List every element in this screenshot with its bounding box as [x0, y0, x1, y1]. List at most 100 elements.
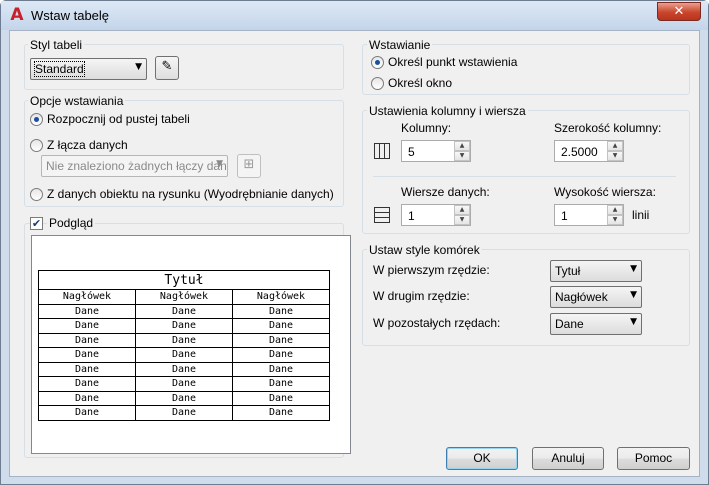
dialog-body: Styl tabeli Standard ▼ ✎ Opcje wstawiani… — [9, 30, 700, 477]
column-width-value: 2.5000 — [561, 145, 598, 159]
preview-data-cell: Dane — [232, 332, 330, 348]
preview-header-cell: Nagłówek — [38, 289, 136, 305]
preview-data-cell: Dane — [135, 318, 233, 334]
preview-label: Podgląd — [47, 216, 96, 230]
spin-down-icon[interactable]: ▼ — [454, 151, 470, 161]
preview-checkbox[interactable]: ✔ — [30, 217, 43, 230]
preview-data-cell: Dane — [232, 405, 330, 421]
preview-data-cell: Dane — [38, 318, 136, 334]
radio-object-data[interactable] — [30, 188, 43, 201]
preview-data-cell: Dane — [232, 390, 330, 406]
preview-data-cell: Dane — [38, 376, 136, 392]
columns-label: Kolumny: — [401, 121, 452, 135]
preview-header-cell: Nagłówek — [232, 289, 330, 305]
spin-up-icon[interactable]: ▲ — [607, 205, 623, 215]
preview-header-cell: Nagłówek — [135, 289, 233, 305]
insert-table-dialog: A Wstaw tabelę ✕ Styl tabeli Standard ▼ … — [0, 0, 709, 485]
column-width-label: Szerokość kolumny: — [554, 121, 662, 135]
radio-empty-table-label: Rozpocznij od pustej tabeli — [47, 112, 190, 126]
radio-insertion-point-label: Określ punkt wstawienia — [388, 55, 518, 69]
chevron-down-icon: ▼ — [630, 264, 637, 274]
data-rows-value: 1 — [408, 209, 415, 223]
table-preview: Tytuł Nagłówek Nagłówek Nagłówek Dane Dan… — [31, 235, 351, 454]
other-rows-style-select[interactable]: Dane ▼ — [550, 313, 642, 335]
second-row-style-select[interactable]: Nagłówek ▼ — [550, 286, 642, 308]
preview-data-cell: Dane — [135, 361, 233, 377]
radio-empty-table[interactable] — [30, 113, 43, 126]
preview-data-cell: Dane — [135, 303, 233, 319]
settings-divider — [373, 176, 676, 177]
preview-data-cell: Dane — [232, 347, 330, 363]
spin-down-icon[interactable]: ▼ — [607, 215, 623, 225]
table-style-selected: Standard — [34, 61, 85, 77]
radio-window-label: Określ okno — [388, 76, 453, 90]
close-button[interactable]: ✕ — [657, 2, 701, 21]
preview-data-cell: Dane — [38, 361, 136, 377]
insertion-legend: Wstawianie — [367, 38, 433, 52]
preview-data-cell: Dane — [38, 390, 136, 406]
cancel-button[interactable]: Anuluj — [532, 447, 604, 470]
data-link-select[interactable]: Nie znaleziono żadnych łączy danych ▼ — [41, 155, 228, 177]
spin-up-icon[interactable]: ▲ — [454, 205, 470, 215]
table-style-legend: Styl tabeli — [28, 38, 85, 52]
spin-down-icon[interactable]: ▼ — [454, 215, 470, 225]
preview-table: Tytuł Nagłówek Nagłówek Nagłówek Dane Dan… — [38, 270, 330, 421]
dialog-title: Wstaw tabelę — [31, 8, 110, 23]
spin-up-icon[interactable]: ▲ — [607, 141, 623, 151]
column-width-spinner[interactable]: 2.5000 ▲ ▼ — [554, 140, 624, 162]
row-height-label: Wysokość wiersza: — [554, 185, 656, 199]
spin-up-icon[interactable]: ▲ — [454, 141, 470, 151]
preview-data-cell: Dane — [135, 347, 233, 363]
preview-data-cell: Dane — [232, 376, 330, 392]
second-row-label: W drugim rzędzie: — [373, 289, 470, 303]
data-link-manager-button[interactable]: ⊞ — [237, 154, 261, 178]
chevron-down-icon: ▼ — [216, 159, 223, 169]
data-link-placeholder: Nie znaleziono żadnych łączy danych — [46, 159, 228, 173]
table-style-edit-icon: ✎ — [161, 59, 173, 74]
radio-object-data-label: Z danych obiektu na rysunku (Wyodrębnian… — [47, 187, 334, 201]
chevron-down-icon: ▼ — [630, 290, 637, 300]
preview-data-cell: Dane — [135, 376, 233, 392]
data-rows-label: Wiersze danych: — [401, 185, 490, 199]
first-row-style-select[interactable]: Tytuł ▼ — [550, 260, 642, 282]
first-row-label: W pierwszym rzędzie: — [373, 263, 490, 277]
help-button[interactable]: Pomoc — [617, 447, 690, 470]
radio-window[interactable] — [371, 77, 384, 90]
first-row-style-value: Tytuł — [555, 264, 581, 278]
table-style-dialog-button[interactable]: ✎ — [155, 56, 179, 80]
radio-data-link[interactable] — [30, 139, 43, 152]
columns-icon — [374, 143, 390, 159]
title-bar[interactable]: A Wstaw tabelę ✕ — [1, 1, 708, 30]
chevron-down-icon: ▼ — [630, 317, 637, 327]
spin-down-icon[interactable]: ▼ — [607, 151, 623, 161]
rows-icon — [374, 207, 390, 223]
insert-options-legend: Opcje wstawiania — [28, 94, 126, 108]
preview-data-cell: Dane — [135, 390, 233, 406]
second-row-style-value: Nagłówek — [555, 290, 608, 304]
ok-button[interactable]: OK — [446, 447, 518, 470]
preview-data-cell: Dane — [135, 332, 233, 348]
row-height-unit: linii — [632, 208, 650, 222]
preview-data-cell: Dane — [38, 332, 136, 348]
preview-data-cell: Dane — [38, 405, 136, 421]
preview-data-cell: Dane — [38, 347, 136, 363]
chevron-down-icon: ▼ — [135, 62, 142, 72]
radio-insertion-point[interactable] — [371, 56, 384, 69]
table-style-select[interactable]: Standard ▼ — [30, 58, 147, 80]
preview-data-cell: Dane — [135, 405, 233, 421]
data-rows-spinner[interactable]: 1 ▲ ▼ — [401, 204, 471, 226]
columns-spinner[interactable]: 5 ▲ ▼ — [401, 140, 471, 162]
preview-data-cell: Dane — [232, 361, 330, 377]
data-link-icon: ⊞ — [243, 157, 255, 172]
column-row-legend: Ustawienia kolumny i wiersza — [367, 104, 528, 118]
row-height-spinner[interactable]: 1 ▲ ▼ — [554, 204, 624, 226]
other-rows-label: W pozostałych rzędach: — [373, 316, 501, 330]
autocad-logo-icon: A — [10, 5, 24, 25]
columns-value: 5 — [408, 145, 415, 159]
other-rows-style-value: Dane — [555, 317, 584, 331]
preview-data-cell: Dane — [38, 303, 136, 319]
preview-data-cell: Dane — [232, 318, 330, 334]
radio-data-link-label: Z łącza danych — [47, 138, 128, 152]
row-height-value: 1 — [561, 209, 568, 223]
cell-styles-legend: Ustaw style komórek — [367, 243, 482, 257]
